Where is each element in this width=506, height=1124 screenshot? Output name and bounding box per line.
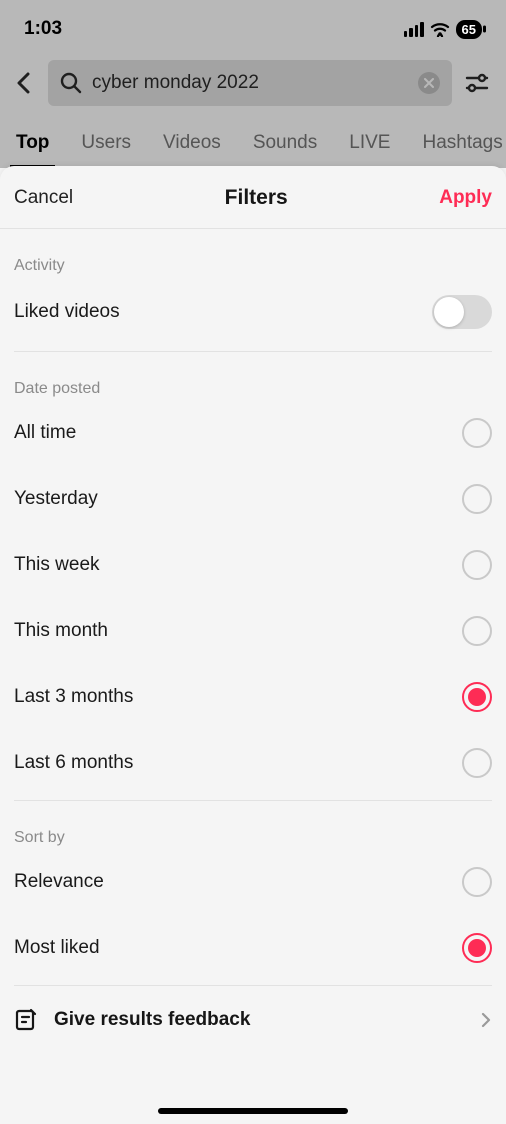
feedback-label: Give results feedback xyxy=(54,1009,250,1031)
wifi-icon xyxy=(430,21,450,37)
radio-most-liked[interactable] xyxy=(462,933,492,963)
tab-top[interactable]: Top xyxy=(0,122,65,168)
apply-button[interactable]: Apply xyxy=(439,187,492,209)
row-most-liked[interactable]: Most liked xyxy=(14,915,492,981)
feedback-left: Give results feedback xyxy=(14,1008,250,1032)
home-indicator[interactable] xyxy=(158,1108,348,1114)
search-row xyxy=(0,54,506,114)
section-sort-by: Sort by Relevance Most liked xyxy=(0,801,506,981)
option-label: Last 6 months xyxy=(14,752,133,774)
option-label: Most liked xyxy=(14,937,100,959)
cancel-button[interactable]: Cancel xyxy=(14,187,73,209)
sheet-header: Cancel Filters Apply xyxy=(0,166,506,229)
section-label-date-posted: Date posted xyxy=(14,352,492,400)
option-label: This month xyxy=(14,620,108,642)
search-page-background: 1:03 65 xyxy=(0,0,506,168)
search-icon xyxy=(60,72,82,94)
feedback-icon xyxy=(14,1008,38,1032)
sliders-icon xyxy=(465,73,489,93)
radio-this-month[interactable] xyxy=(462,616,492,646)
radio-yesterday[interactable] xyxy=(462,484,492,514)
chevron-left-icon xyxy=(16,72,32,94)
sheet-title: Filters xyxy=(225,186,288,210)
tab-live[interactable]: LIVE xyxy=(333,122,406,168)
status-bar: 1:03 65 xyxy=(0,0,506,54)
tab-videos[interactable]: Videos xyxy=(147,122,237,168)
row-relevance[interactable]: Relevance xyxy=(14,849,492,915)
search-input[interactable] xyxy=(92,72,408,94)
radio-last-6-months[interactable] xyxy=(462,748,492,778)
option-label: Last 3 months xyxy=(14,686,133,708)
clear-search-button[interactable] xyxy=(418,72,440,94)
section-label-activity: Activity xyxy=(14,229,492,277)
status-right: 65 xyxy=(404,20,482,39)
chevron-right-icon xyxy=(480,1011,492,1029)
section-activity: Activity Liked videos xyxy=(0,229,506,347)
liked-videos-toggle[interactable] xyxy=(432,295,492,329)
radio-this-week[interactable] xyxy=(462,550,492,580)
status-time: 1:03 xyxy=(24,18,62,40)
battery-level: 65 xyxy=(456,20,482,39)
row-last-6-months[interactable]: Last 6 months xyxy=(14,730,492,796)
option-label: This week xyxy=(14,554,100,576)
section-date-posted: Date posted All time Yesterday This week… xyxy=(0,352,506,796)
radio-all-time[interactable] xyxy=(462,418,492,448)
row-yesterday[interactable]: Yesterday xyxy=(14,466,492,532)
back-button[interactable] xyxy=(10,69,38,97)
section-label-sort-by: Sort by xyxy=(14,801,492,849)
row-liked-videos[interactable]: Liked videos xyxy=(14,277,492,347)
close-icon xyxy=(424,78,434,88)
search-box[interactable] xyxy=(48,60,452,106)
cellular-signal-icon xyxy=(404,21,424,37)
row-all-time[interactable]: All time xyxy=(14,400,492,466)
radio-relevance[interactable] xyxy=(462,867,492,897)
tabs-row: Top Users Videos Sounds LIVE Hashtags xyxy=(0,114,506,168)
filter-settings-button[interactable] xyxy=(462,68,492,98)
tab-sounds[interactable]: Sounds xyxy=(237,122,333,168)
liked-videos-label: Liked videos xyxy=(14,301,120,323)
row-this-month[interactable]: This month xyxy=(14,598,492,664)
toggle-knob xyxy=(434,297,464,327)
row-this-week[interactable]: This week xyxy=(14,532,492,598)
option-label: All time xyxy=(14,422,76,444)
feedback-row[interactable]: Give results feedback xyxy=(0,986,506,1054)
option-label: Relevance xyxy=(14,871,104,893)
filters-sheet: Cancel Filters Apply Activity Liked vide… xyxy=(0,166,506,1124)
option-label: Yesterday xyxy=(14,488,98,510)
tab-users[interactable]: Users xyxy=(65,122,147,168)
tab-hashtags[interactable]: Hashtags xyxy=(406,122,506,168)
row-last-3-months[interactable]: Last 3 months xyxy=(14,664,492,730)
radio-last-3-months[interactable] xyxy=(462,682,492,712)
